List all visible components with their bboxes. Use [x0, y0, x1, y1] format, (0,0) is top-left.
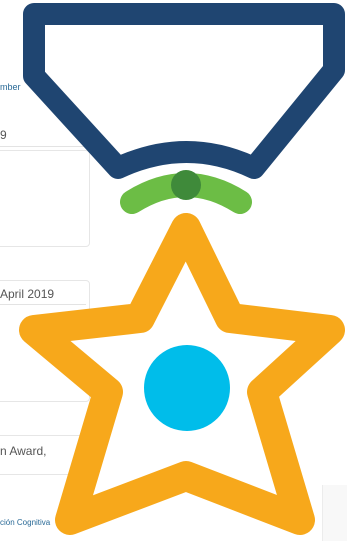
- page: mber 9 April 2019 n Award, ción Cognitiv…: [0, 0, 347, 541]
- ribbon-shape: [23, 3, 345, 179]
- medal-icon: [19, 3, 345, 535]
- ring-knot: [171, 170, 201, 200]
- center-dot: [144, 345, 230, 431]
